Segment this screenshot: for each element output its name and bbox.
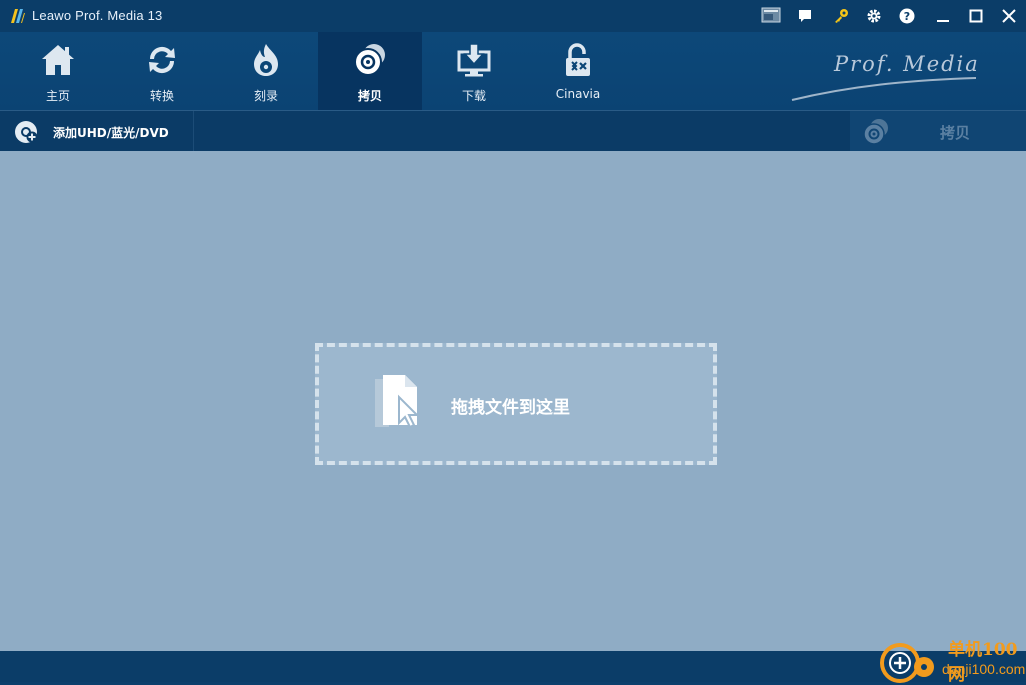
feedback-icon[interactable] bbox=[794, 6, 816, 26]
copy-disc-button-icon bbox=[863, 119, 888, 145]
title-bar: Leawo Prof. Media 13 ? bbox=[0, 0, 1026, 32]
maximize-icon[interactable] bbox=[965, 6, 987, 26]
tab-copy-label: 拷贝 bbox=[357, 89, 382, 103]
close-icon[interactable] bbox=[998, 6, 1020, 26]
download-icon bbox=[457, 43, 491, 77]
svg-text:?: ? bbox=[904, 10, 910, 23]
brand-swoosh-icon bbox=[791, 77, 977, 101]
tab-home[interactable]: 主页 bbox=[6, 32, 110, 110]
tab-cinavia-label: Cinavia bbox=[555, 87, 601, 101]
watermark-url: danji100.com bbox=[942, 661, 1026, 677]
status-bar: 单机100网 danji100.com bbox=[0, 640, 1026, 685]
burn-icon bbox=[254, 44, 278, 76]
tab-download-label: 下载 bbox=[461, 89, 486, 103]
add-disc-icon bbox=[15, 121, 38, 143]
tab-burn[interactable]: 刻录 bbox=[214, 32, 318, 110]
watermark-text: 单机100网 bbox=[948, 640, 1018, 685]
tab-convert[interactable]: 转换 bbox=[110, 32, 214, 110]
key-icon[interactable] bbox=[830, 6, 852, 26]
screen-icon[interactable] bbox=[760, 6, 782, 26]
convert-icon bbox=[149, 46, 175, 74]
copy-button[interactable]: 拷贝 bbox=[850, 111, 1026, 152]
settings-icon[interactable] bbox=[863, 6, 885, 26]
app-logo-icon bbox=[11, 9, 25, 23]
tab-home-label: 主页 bbox=[45, 89, 70, 103]
app-title: Leawo Prof. Media 13 bbox=[32, 8, 163, 23]
toolbar: 添加UHD/蓝光/DVD 拷贝 bbox=[0, 110, 1026, 152]
add-disc-label: 添加UHD/蓝光/DVD bbox=[53, 126, 169, 140]
copy-disc-icon bbox=[354, 44, 385, 76]
watermark-logo-icon bbox=[880, 643, 934, 683]
main-nav: 主页 转换 刻录 拷贝 下载 Cinavia Prof. Media bbox=[0, 32, 1026, 110]
tab-cinavia[interactable]: Cinavia bbox=[526, 32, 630, 110]
drop-zone[interactable]: 拖拽文件到这里 bbox=[315, 343, 717, 465]
unlock-icon bbox=[566, 43, 590, 76]
tab-convert-label: 转换 bbox=[149, 89, 174, 103]
drop-file-icon bbox=[375, 375, 420, 429]
tab-download[interactable]: 下载 bbox=[422, 32, 526, 110]
brand-logo: Prof. Media bbox=[790, 46, 980, 106]
minimize-icon[interactable] bbox=[932, 6, 954, 26]
brand-text: Prof. Media bbox=[834, 52, 980, 76]
tab-burn-label: 刻录 bbox=[253, 89, 278, 103]
help-icon[interactable]: ? bbox=[896, 6, 918, 26]
add-disc-button[interactable]: 添加UHD/蓝光/DVD bbox=[0, 111, 194, 152]
home-icon bbox=[42, 45, 74, 75]
drop-zone-label: 拖拽文件到这里 bbox=[451, 398, 570, 418]
copy-button-label: 拷贝 bbox=[940, 124, 971, 142]
content-area: 拖拽文件到这里 bbox=[0, 151, 1026, 651]
tab-copy[interactable]: 拷贝 bbox=[318, 32, 422, 110]
